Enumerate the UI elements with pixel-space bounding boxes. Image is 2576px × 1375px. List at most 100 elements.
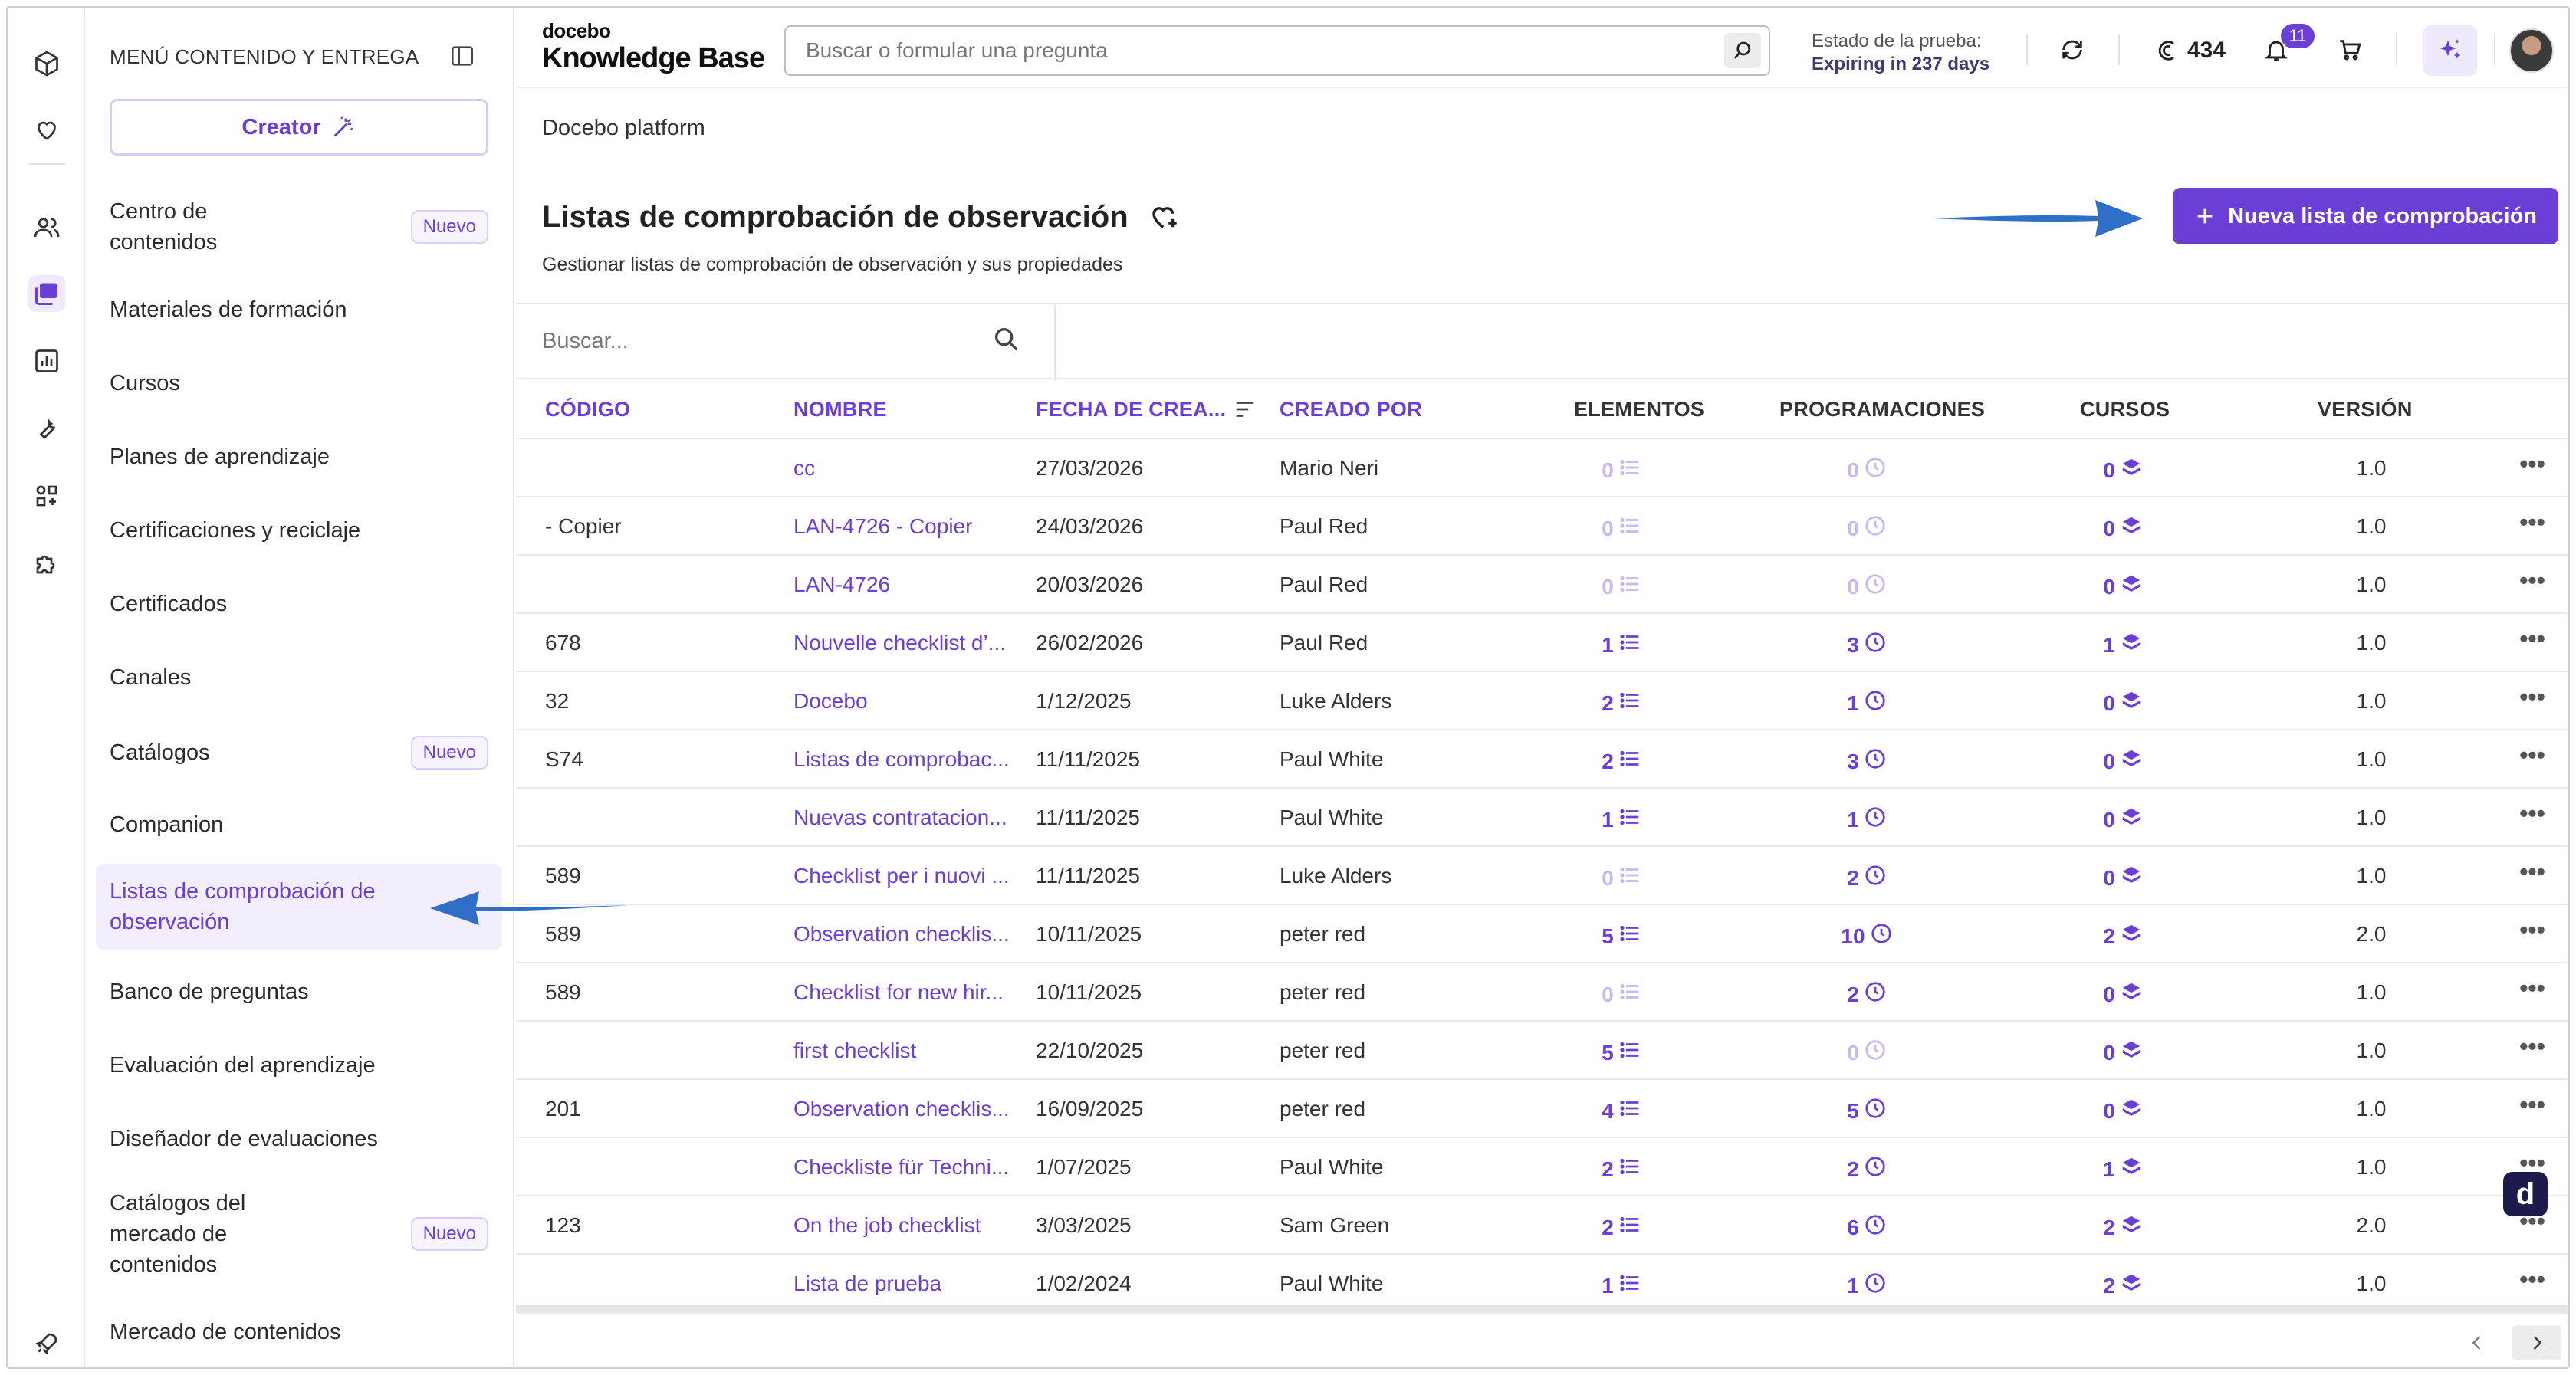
cell-name-link[interactable]: Observation checklis...	[794, 1097, 1024, 1121]
cell-name-link[interactable]: Checklist for new hir...	[794, 980, 1024, 1005]
more-options-icon[interactable]: •••	[2509, 1091, 2555, 1119]
cell-elements[interactable]: 1	[1537, 631, 1706, 659]
sidebar-item-catalogs[interactable]: Catálogos Nuevo	[96, 727, 502, 778]
cell-name-link[interactable]: Observation checklis...	[794, 922, 1024, 947]
column-header-created-by[interactable]: CREADO POR	[1280, 398, 1422, 422]
table-row[interactable]: 589 Checklist per i nuovi ... 11/11/2025 Lu…	[516, 847, 2568, 905]
cell-schedules[interactable]: 0	[1775, 573, 1959, 601]
content-library-icon[interactable]	[28, 275, 65, 312]
cell-courses[interactable]: 0	[2039, 573, 2207, 601]
cell-courses[interactable]: 0	[2039, 689, 2207, 717]
cell-courses[interactable]: 0	[2039, 514, 2207, 543]
table-row[interactable]: first checklist 22/10/2025 peter red 5 0 0 1.0…	[516, 1022, 2568, 1080]
column-header-code[interactable]: CÓDIGO	[545, 398, 630, 422]
sidebar-item-content-hub[interactable]: Centro de contenidos Nuevo	[96, 192, 502, 261]
more-options-icon[interactable]: •••	[2509, 508, 2555, 537]
cell-schedules[interactable]: 10	[1775, 922, 1959, 950]
sidebar-item-learning-assessment[interactable]: Evaluación del aprendizaje	[96, 1046, 502, 1085]
sidebar-item-question-bank[interactable]: Banco de preguntas	[96, 973, 502, 1011]
cell-elements[interactable]: 4	[1537, 1097, 1706, 1125]
cell-name-link[interactable]: Listas de comprobac...	[794, 747, 1024, 772]
search-icon[interactable]	[991, 324, 1022, 359]
cell-name-link[interactable]: Checklist per i nuovi ...	[794, 864, 1024, 888]
cube-icon[interactable]	[28, 45, 65, 82]
cell-courses[interactable]: 0	[2039, 1039, 2207, 1067]
creator-button[interactable]: Creator	[110, 99, 488, 156]
more-options-icon[interactable]: •••	[2509, 741, 2555, 770]
search-icon[interactable]	[1724, 33, 1761, 68]
table-row[interactable]: Lista de prueba 1/02/2024 Paul White 1 1 2 1.0…	[516, 1255, 2568, 1313]
cell-courses[interactable]: 0	[2039, 747, 2207, 776]
new-checklist-button[interactable]: Nueva lista de comprobación	[2173, 188, 2558, 244]
sidebar-item-companion[interactable]: Companion	[96, 806, 502, 844]
global-search-input[interactable]: Buscar o formular una pregunta	[784, 25, 1770, 76]
table-row[interactable]: 678 Nouvelle checklist d’... 26/02/2026 Pau…	[516, 614, 2568, 672]
table-row[interactable]: 589 Observation checklis... 10/11/2025 pete…	[516, 905, 2568, 963]
sidebar-item-courses[interactable]: Cursos	[96, 364, 502, 402]
table-row[interactable]: 32 Docebo 1/12/2025 Luke Alders 2 1 0 1.0 •••	[516, 672, 2568, 730]
table-row[interactable]: 123 On the job checklist 3/03/2025 Sam Gree…	[516, 1196, 2568, 1255]
user-avatar[interactable]	[2509, 28, 2554, 73]
cell-name-link[interactable]: On the job checklist	[794, 1213, 1024, 1238]
more-options-icon[interactable]: •••	[2509, 916, 2555, 944]
cell-schedules[interactable]: 0	[1775, 1039, 1959, 1067]
users-icon[interactable]	[28, 209, 65, 246]
cell-schedules[interactable]: 2	[1775, 864, 1959, 892]
sidebar-item-training-materials[interactable]: Materiales de formación	[96, 290, 502, 329]
cell-name-link[interactable]: LAN-4726	[794, 573, 1024, 597]
sidebar-item-learning-plans[interactable]: Planes de aprendizaje	[96, 438, 502, 476]
cell-name-link[interactable]: cc	[794, 456, 1024, 481]
column-header-name[interactable]: NOMBRE	[794, 398, 887, 422]
cell-courses[interactable]: 2	[2039, 922, 2207, 950]
more-options-icon[interactable]: •••	[2509, 799, 2555, 828]
sidebar-item-certifications[interactable]: Certificaciones y reciclaje	[96, 511, 502, 550]
cell-elements[interactable]: 2	[1537, 689, 1706, 717]
cell-elements[interactable]: 0	[1537, 456, 1706, 484]
table-row[interactable]: 589 Checklist for new hir... 10/11/2025 pet…	[516, 963, 2568, 1022]
cell-courses[interactable]: 1	[2039, 631, 2207, 659]
cell-name-link[interactable]: LAN-4726 - Copier	[794, 514, 1024, 539]
credits-counter[interactable]: 434	[2155, 38, 2226, 64]
breadcrumb[interactable]: Docebo platform	[542, 116, 705, 141]
table-row[interactable]: cc 27/03/2026 Mario Neri 0 0 0 1.0 •••	[516, 439, 2568, 497]
cell-elements[interactable]: 5	[1537, 922, 1706, 950]
cell-schedules[interactable]: 2	[1775, 980, 1959, 1009]
cell-elements[interactable]: 0	[1537, 514, 1706, 543]
wrench-icon[interactable]	[28, 410, 65, 447]
table-row[interactable]: S74 Listas de comprobac... 11/11/2025 Paul …	[516, 730, 2568, 789]
column-header-created-date[interactable]: FECHA DE CREA...	[1036, 398, 1226, 422]
horizontal-scroll-bar[interactable]	[516, 1305, 2568, 1367]
table-search-input[interactable]: Buscar...	[542, 329, 1017, 354]
cell-schedules[interactable]: 2	[1775, 1155, 1959, 1183]
ai-assistant-sparkle-icon[interactable]	[2423, 25, 2477, 76]
scroll-left-icon[interactable]	[2453, 1325, 2502, 1360]
cell-elements[interactable]: 1	[1537, 1272, 1706, 1300]
more-options-icon[interactable]: •••	[2509, 625, 2555, 653]
cell-schedules[interactable]: 0	[1775, 456, 1959, 484]
table-row[interactable]: 201 Observation checklis... 16/09/2025 pete…	[516, 1080, 2568, 1138]
cell-schedules[interactable]: 1	[1775, 689, 1959, 717]
more-options-icon[interactable]: •••	[2509, 974, 2555, 1003]
cell-schedules[interactable]: 5	[1775, 1097, 1959, 1125]
cell-name-link[interactable]: Nuevas contratacion...	[794, 806, 1024, 830]
cell-courses[interactable]: 0	[2039, 806, 2207, 834]
sort-icon[interactable]	[1232, 396, 1258, 426]
cell-schedules[interactable]: 6	[1775, 1213, 1959, 1242]
sidebar-item-assessment-designer[interactable]: Diseñador de evaluaciones	[96, 1120, 502, 1158]
more-options-icon[interactable]: •••	[2509, 566, 2555, 595]
cell-elements[interactable]: 2	[1537, 747, 1706, 776]
heart-icon[interactable]	[28, 111, 65, 148]
scroll-right-icon[interactable]	[2512, 1325, 2561, 1360]
sidebar-item-channels[interactable]: Canales	[96, 658, 502, 697]
favorite-add-icon[interactable]	[1148, 202, 1181, 234]
sidebar-item-content-marketplace[interactable]: Mercado de contenidos	[96, 1313, 502, 1351]
cell-courses[interactable]: 0	[2039, 456, 2207, 484]
cell-elements[interactable]: 2	[1537, 1213, 1706, 1242]
table-row[interactable]: Checkliste für Techni... 1/07/2025 Paul Wh…	[516, 1138, 2568, 1196]
more-options-icon[interactable]: •••	[2509, 1265, 2555, 1294]
sidebar-item-certificates[interactable]: Certificados	[96, 585, 502, 623]
table-row[interactable]: LAN-4726 20/03/2026 Paul Red 0 0 0 1.0 •••	[516, 556, 2568, 614]
cell-elements[interactable]: 1	[1537, 806, 1706, 834]
cell-schedules[interactable]: 1	[1775, 1272, 1959, 1300]
more-options-icon[interactable]: •••	[2509, 1032, 2555, 1061]
